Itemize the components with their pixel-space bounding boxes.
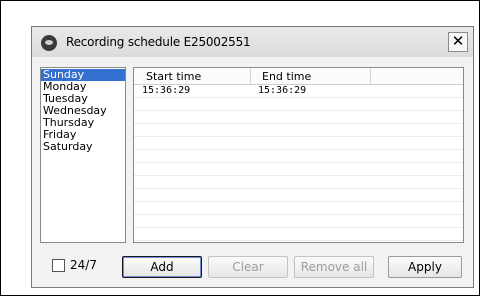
remove-all-button[interactable]: Remove all — [294, 256, 374, 278]
table-row[interactable]: 15:36:29 15:36:29 — [134, 85, 463, 98]
title-bar[interactable]: Recording schedule E25002551 ✕ — [32, 27, 473, 57]
table-body: 15:36:29 15:36:29 — [134, 85, 463, 241]
day-list[interactable]: Sunday Monday Tuesday Wednesday Thursday… — [40, 67, 126, 243]
table-row-empty[interactable] — [134, 176, 463, 189]
table-row-empty[interactable] — [134, 124, 463, 137]
table-row-empty[interactable] — [134, 163, 463, 176]
table-row-empty[interactable] — [134, 137, 463, 150]
column-header-end-time[interactable]: End time — [262, 70, 311, 83]
app-icon — [41, 35, 57, 51]
table-header: Start time End time — [134, 68, 463, 85]
clear-button[interactable]: Clear — [208, 256, 288, 278]
end-time-cell: 15:36:29 — [258, 85, 307, 96]
apply-button[interactable]: Apply — [388, 256, 462, 278]
schedule-table[interactable]: Start time End time 15:36:29 15:36:29 — [133, 67, 464, 243]
table-row-empty[interactable] — [134, 228, 463, 241]
column-divider[interactable] — [370, 68, 371, 84]
table-row-empty[interactable] — [134, 150, 463, 163]
table-row-empty[interactable] — [134, 215, 463, 228]
day-item-saturday[interactable]: Saturday — [41, 141, 125, 153]
table-row-empty[interactable] — [134, 189, 463, 202]
always-247-label: 24/7 — [70, 258, 97, 272]
close-button[interactable]: ✕ — [448, 32, 468, 52]
column-divider[interactable] — [250, 68, 251, 84]
table-row-empty[interactable] — [134, 202, 463, 215]
table-row-empty[interactable] — [134, 111, 463, 124]
add-button[interactable]: Add — [122, 256, 202, 278]
recording-schedule-dialog: Recording schedule E25002551 ✕ Sunday Mo… — [31, 26, 474, 288]
start-time-cell: 15:36:29 — [142, 85, 191, 96]
table-row-empty[interactable] — [134, 98, 463, 111]
always-247-checkbox[interactable] — [52, 259, 65, 272]
close-icon: ✕ — [451, 32, 465, 50]
column-header-start-time[interactable]: Start time — [146, 70, 201, 83]
window-title: Recording schedule E25002551 — [66, 35, 251, 49]
